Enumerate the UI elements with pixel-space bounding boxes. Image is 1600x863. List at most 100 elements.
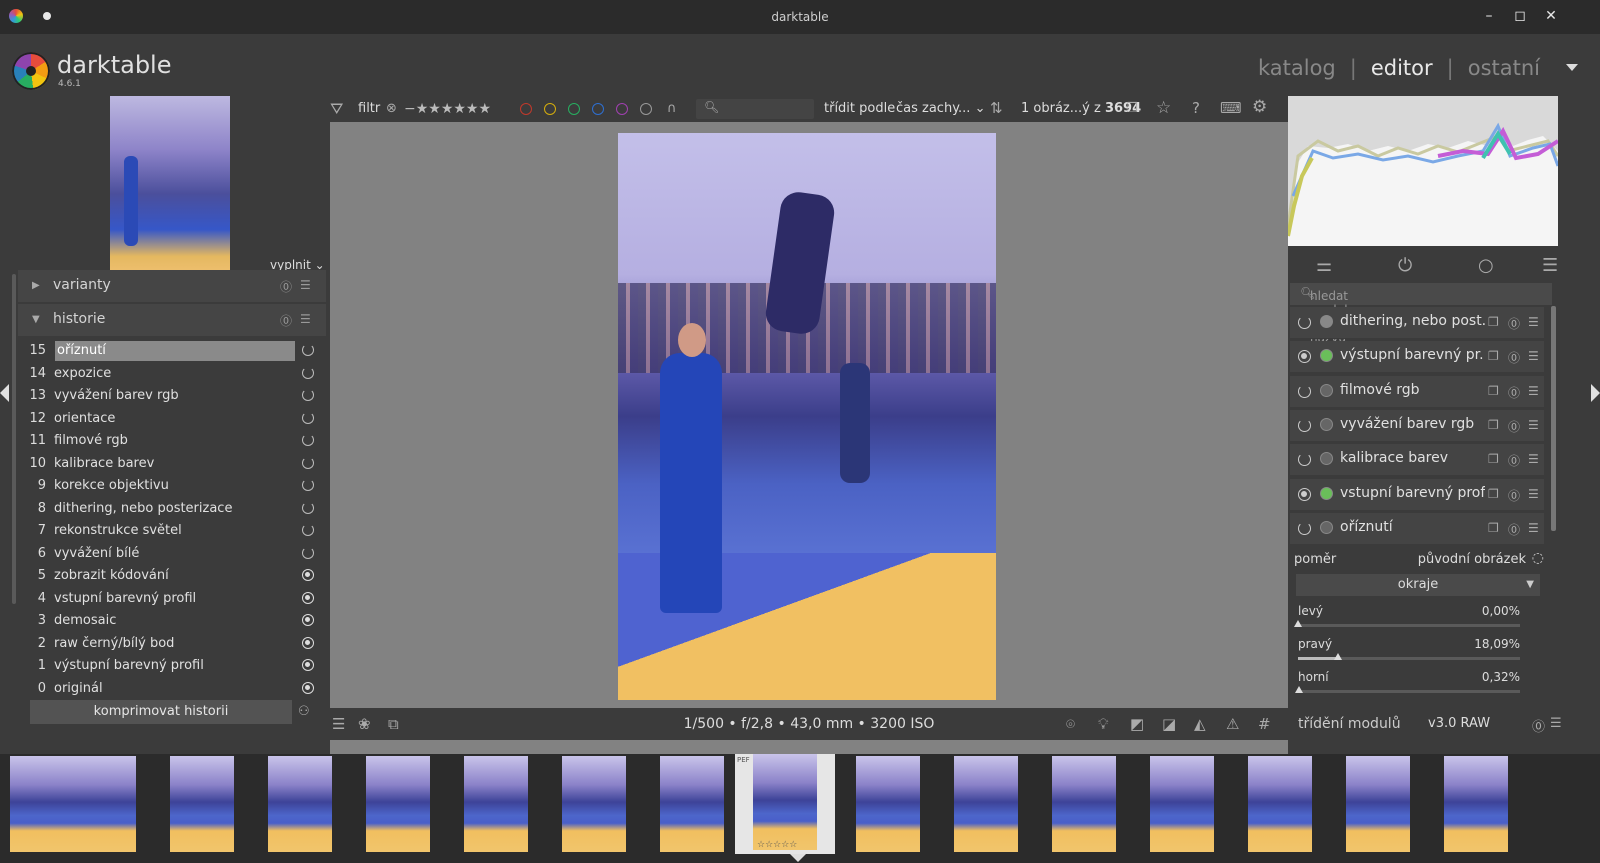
base-group-circle-icon[interactable]: ○ [1478, 255, 1494, 276]
history-item[interactable]: 5 zobrazit kódování [20, 565, 326, 588]
module-power-icon[interactable] [1298, 487, 1311, 501]
color-label-dot[interactable] [544, 103, 556, 115]
margin-slider[interactable]: levý 0,00% [1294, 604, 1520, 636]
collapse-bottom-panel-icon[interactable] [790, 854, 806, 862]
view-catalog[interactable]: katalog [1258, 56, 1336, 80]
multi-instance-icon[interactable]: ❐ [1488, 418, 1499, 432]
history-item[interactable]: 6 vyvážení bílé [20, 543, 326, 566]
filmstrip-thumbnail[interactable] [1230, 754, 1330, 854]
module-groups-menu-icon[interactable]: ☰ [1542, 255, 1558, 276]
preset-label[interactable]: v3.0 RAW [1428, 716, 1490, 731]
filmstrip-thumbnail[interactable] [838, 754, 938, 854]
create-style-icon[interactable]: ⚇ [298, 704, 310, 719]
history-item[interactable]: 7 rekonstrukce světel [20, 520, 326, 543]
thumbnail-stars[interactable]: ☆☆☆☆☆ [757, 840, 797, 850]
reset-icon[interactable]: ⓪ [1508, 315, 1520, 332]
reset-icon[interactable]: ⓪ [1508, 487, 1520, 504]
iso12646-icon[interactable]: 💡︎ [1098, 715, 1109, 733]
multi-instance-icon[interactable]: ❐ [1488, 349, 1499, 363]
module-search-input[interactable]: 🔍︎ hledat moduly podle názvu nebo štítku [1290, 283, 1552, 373]
history-item[interactable]: 10 kalibrace barev [20, 453, 326, 476]
presets-menu-icon[interactable]: ☰ [1528, 418, 1539, 432]
history-item[interactable]: 13 vyvážení barev rgb [20, 385, 326, 408]
module-power-icon[interactable] [1298, 350, 1311, 364]
module-sort-label[interactable]: třídění modulů [1298, 716, 1401, 732]
history-item[interactable]: 1 výstupní barevný profil [20, 655, 326, 678]
histogram[interactable] [1288, 96, 1558, 246]
view-other[interactable]: ostatní [1468, 56, 1540, 80]
multi-instance-icon[interactable]: ❐ [1488, 452, 1499, 466]
presets-menu-icon[interactable]: ☰ [300, 278, 311, 292]
filmstrip-thumbnail[interactable] [54, 754, 154, 854]
module-header[interactable]: vstupní barevný profil ❐ ⓪ ☰ [1290, 478, 1544, 511]
color-label-dot[interactable] [616, 103, 628, 115]
right-scrollbar[interactable] [1551, 306, 1556, 531]
module-power-icon[interactable] [1298, 316, 1311, 329]
filmstrip-thumbnail[interactable] [936, 754, 1036, 854]
history-item[interactable]: 14 expozice [20, 363, 326, 386]
help-icon[interactable]: ? [1192, 99, 1200, 117]
presets-menu-icon[interactable]: ☰ [1528, 315, 1539, 329]
gamut-check-icon[interactable]: ⚠ [1226, 715, 1239, 733]
preferences-gear-icon[interactable]: ⚙ [1252, 97, 1267, 117]
history-item[interactable]: 8 dithering, nebo posterizace [20, 498, 326, 521]
view-editor[interactable]: editor [1371, 56, 1433, 80]
filmstrip-thumbnail[interactable] [446, 754, 546, 854]
history-item[interactable]: 0 originál [20, 678, 326, 701]
reset-icon[interactable]: ⓪ [1508, 349, 1520, 366]
aspect-ratio-row[interactable]: poměr původní obrázek ◌ [1290, 550, 1544, 572]
module-power-icon[interactable] [1298, 418, 1311, 432]
section-variants[interactable]: ▶ varianty ⓪ ☰ [18, 270, 326, 302]
quick-access-sliders-icon[interactable]: ⚌ [1316, 255, 1332, 276]
multi-instance-icon[interactable]: ❐ [1488, 487, 1499, 501]
close-icon[interactable]: ✕ [1542, 7, 1560, 25]
active-modules-power-icon[interactable]: ⏻ [1398, 255, 1412, 276]
filter-icon[interactable]: ⛛ [330, 99, 343, 119]
history-item[interactable]: 9 korekce objektivu [20, 475, 326, 498]
filmstrip-thumbnail[interactable] [1426, 754, 1526, 854]
filmstrip[interactable]: PEF ☆☆☆☆☆ [0, 754, 1600, 863]
sort-order-icon[interactable]: ⇅ [990, 99, 1003, 117]
filmstrip-thumbnail[interactable] [1034, 754, 1134, 854]
presets-menu-icon[interactable]: ☰ [1550, 716, 1562, 731]
reset-icon[interactable]: ⓪ [280, 278, 292, 295]
history-item[interactable]: 2 raw černý/bílý bod [20, 633, 326, 656]
maximize-icon[interactable]: ◻ [1511, 7, 1529, 25]
color-label-op-icon[interactable]: ∩ [667, 101, 677, 116]
filmstrip-thumbnail[interactable] [544, 754, 644, 854]
filmstrip-thumbnail[interactable] [1328, 754, 1428, 854]
history-item[interactable]: 12 orientace [20, 408, 326, 431]
module-power-icon[interactable] [1298, 384, 1311, 398]
module-header[interactable]: výstupní barevný pr... ❐ ⓪ ☰ [1290, 341, 1544, 374]
presets-menu-icon[interactable]: ☰ [1528, 349, 1539, 363]
module-header[interactable]: kalibrace barev ❐ ⓪ ☰ [1290, 444, 1544, 477]
module-header[interactable]: filmové rgb ❐ ⓪ ☰ [1290, 375, 1544, 408]
navigation-thumbnail[interactable] [110, 96, 230, 274]
reject-icon[interactable]: ⊗ [386, 101, 397, 116]
history-item[interactable]: 4 vstupní barevný profil [20, 588, 326, 611]
slider-track[interactable] [1298, 624, 1520, 627]
presets-menu-icon[interactable]: ☰ [300, 312, 311, 326]
slider-knob[interactable] [1334, 653, 1342, 660]
reset-icon[interactable]: ⓪ [1508, 452, 1520, 469]
module-header[interactable]: dithering, nebo post... ❐ ⓪ ☰ [1290, 307, 1544, 339]
presets-menu-icon[interactable]: ☰ [1528, 452, 1539, 466]
multi-instance-icon[interactable]: ❐ [1488, 384, 1499, 398]
ratio-toggle-icon[interactable]: ◌ [1532, 550, 1544, 566]
reset-icon[interactable]: ⓪ [1508, 521, 1520, 538]
module-power-icon[interactable] [1298, 453, 1311, 467]
color-label-dot[interactable] [592, 103, 604, 115]
margin-slider[interactable]: pravý 18,09% [1298, 637, 1520, 669]
slider-knob[interactable] [1295, 686, 1303, 693]
module-power-icon[interactable] [1298, 521, 1311, 535]
filmstrip-thumbnail[interactable]: PEF ☆☆☆☆☆ [735, 754, 835, 854]
raw-overexposed-icon[interactable]: ◩ [1130, 715, 1144, 733]
reset-icon[interactable]: ⓪ [1508, 384, 1520, 401]
slider-knob[interactable] [1294, 620, 1302, 627]
multi-instance-icon[interactable]: ❐ [1488, 315, 1499, 329]
color-label-dot[interactable] [568, 103, 580, 115]
presets-menu-icon[interactable]: ☰ [1528, 384, 1539, 398]
grouping-icon[interactable]: ❐ [1126, 101, 1138, 116]
compress-history-button[interactable]: komprimovat historii [30, 700, 292, 724]
star-overlay-icon[interactable]: ☆ [1156, 98, 1171, 118]
